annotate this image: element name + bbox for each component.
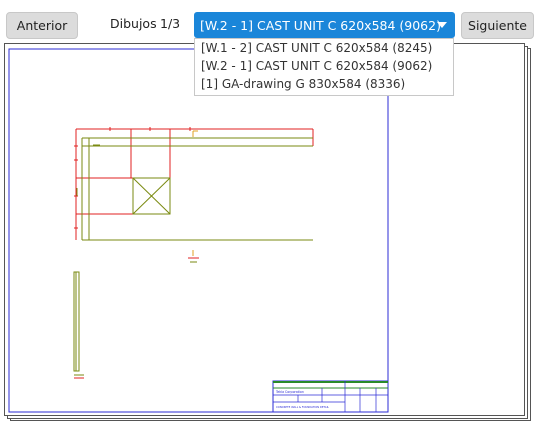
title-block-title: CONCRETE WALL & FOUNDATION DETAIL — [276, 405, 329, 409]
dimension-lines — [74, 127, 314, 240]
drawing-annotations — [74, 130, 204, 379]
drawing-option[interactable]: [W.1 - 2] CAST UNIT C 620x584 (8245) — [195, 39, 453, 57]
drawing-frame — [8, 48, 389, 413]
drawing-option[interactable]: [W.2 - 1] CAST UNIT C 620x584 (9062) — [195, 57, 453, 75]
drawing-option[interactable]: [1] GA-drawing G 830x584 (8336) — [195, 75, 453, 93]
title-block: Tekla Corporation CONCRETE WALL & FOUNDA… — [272, 380, 389, 413]
title-block-company: Tekla Corporation — [275, 390, 304, 394]
drawing-dropdown-list: [W.1 - 2] CAST UNIT C 620x584 (8245) [W.… — [194, 38, 454, 96]
